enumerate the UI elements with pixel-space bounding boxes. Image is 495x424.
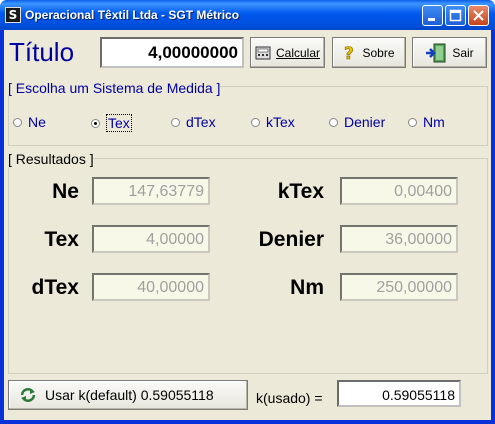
radio-tex-label: Tex xyxy=(106,114,132,132)
client-area: Título 4,00000000 Calcular ? Sobre Sair xyxy=(4,30,491,420)
resultados-group-title: [ Resultados ] xyxy=(8,151,94,167)
radio-tex[interactable]: Tex xyxy=(91,114,132,132)
calculator-icon xyxy=(255,46,271,59)
window-title: Operacional Têxtil Ltda - SGT Métrico xyxy=(25,8,240,22)
close-button[interactable] xyxy=(468,5,489,26)
radio-ne-label: Ne xyxy=(28,114,46,130)
svg-text:?: ? xyxy=(344,44,354,62)
result-ne-value: 147,63779 xyxy=(92,177,210,205)
radio-tex-indicator xyxy=(91,118,100,128)
exit-door-icon xyxy=(426,43,446,62)
usar-k-default-label: Usar k(default) 0.59055118 xyxy=(45,387,214,403)
minimize-icon xyxy=(428,18,435,21)
titulo-label: Título xyxy=(9,37,75,67)
calcular-label: Calcular xyxy=(275,45,320,60)
result-ne-label: Ne xyxy=(52,180,79,203)
sair-label: Sair xyxy=(452,45,474,60)
radio-denier[interactable]: Denier xyxy=(329,114,385,130)
radio-dtex-label: dTex xyxy=(186,114,216,130)
close-icon xyxy=(473,10,484,21)
title-bar[interactable]: S Operacional Têxtil Ltda - SGT Métrico xyxy=(0,0,495,30)
result-tex-value: 4,00000 xyxy=(92,225,210,253)
radio-ne[interactable]: Ne xyxy=(13,114,46,130)
result-dtex-value: 40,00000 xyxy=(92,273,210,301)
usar-k-default-button[interactable]: Usar k(default) 0.59055118 xyxy=(8,380,248,410)
radio-ktex[interactable]: kTex xyxy=(251,114,295,130)
result-denier-value: 36,00000 xyxy=(340,225,458,253)
result-denier-label: Denier xyxy=(258,228,324,251)
radio-ne-indicator xyxy=(13,117,22,127)
radio-ktex-label: kTex xyxy=(266,114,295,130)
recycle-arrows-icon xyxy=(20,388,36,402)
result-dtex-label: dTex xyxy=(31,276,79,299)
radio-nm[interactable]: Nm xyxy=(408,114,445,130)
minimize-button[interactable] xyxy=(422,5,443,26)
sair-button[interactable]: Sair xyxy=(412,37,487,68)
radio-ktex-indicator xyxy=(251,117,260,127)
radio-nm-label: Nm xyxy=(423,114,445,130)
sobre-button[interactable]: ? Sobre xyxy=(332,37,406,68)
app-window: S Operacional Têxtil Ltda - SGT Métrico … xyxy=(0,0,495,424)
sobre-label: Sobre xyxy=(362,45,395,60)
result-nm-value: 250,00000 xyxy=(340,273,458,301)
sistema-group-title: [ Escolha um Sistema de Medida ] xyxy=(8,80,221,96)
question-mark-icon: ? xyxy=(344,44,354,62)
k-usado-label: k(usado) = xyxy=(256,390,323,406)
maximize-icon xyxy=(449,9,462,22)
radio-nm-indicator xyxy=(408,117,417,127)
result-nm-label: Nm xyxy=(290,276,324,299)
result-ktex-label: kTex xyxy=(277,180,324,203)
calcular-button[interactable]: Calcular xyxy=(250,37,325,68)
k-usado-input[interactable]: 0.59055118 xyxy=(337,380,461,407)
maximize-button[interactable] xyxy=(445,5,466,26)
titulo-input[interactable]: 4,00000000 xyxy=(100,37,244,68)
radio-denier-indicator xyxy=(329,117,338,127)
radio-denier-label: Denier xyxy=(344,114,386,130)
result-ktex-value: 0,00400 xyxy=(340,177,458,205)
window-bottom-border xyxy=(0,420,495,424)
app-icon[interactable]: S xyxy=(5,7,21,23)
radio-dtex-indicator xyxy=(171,117,180,127)
result-tex-label: Tex xyxy=(44,228,79,251)
radio-dtex[interactable]: dTex xyxy=(171,114,216,130)
